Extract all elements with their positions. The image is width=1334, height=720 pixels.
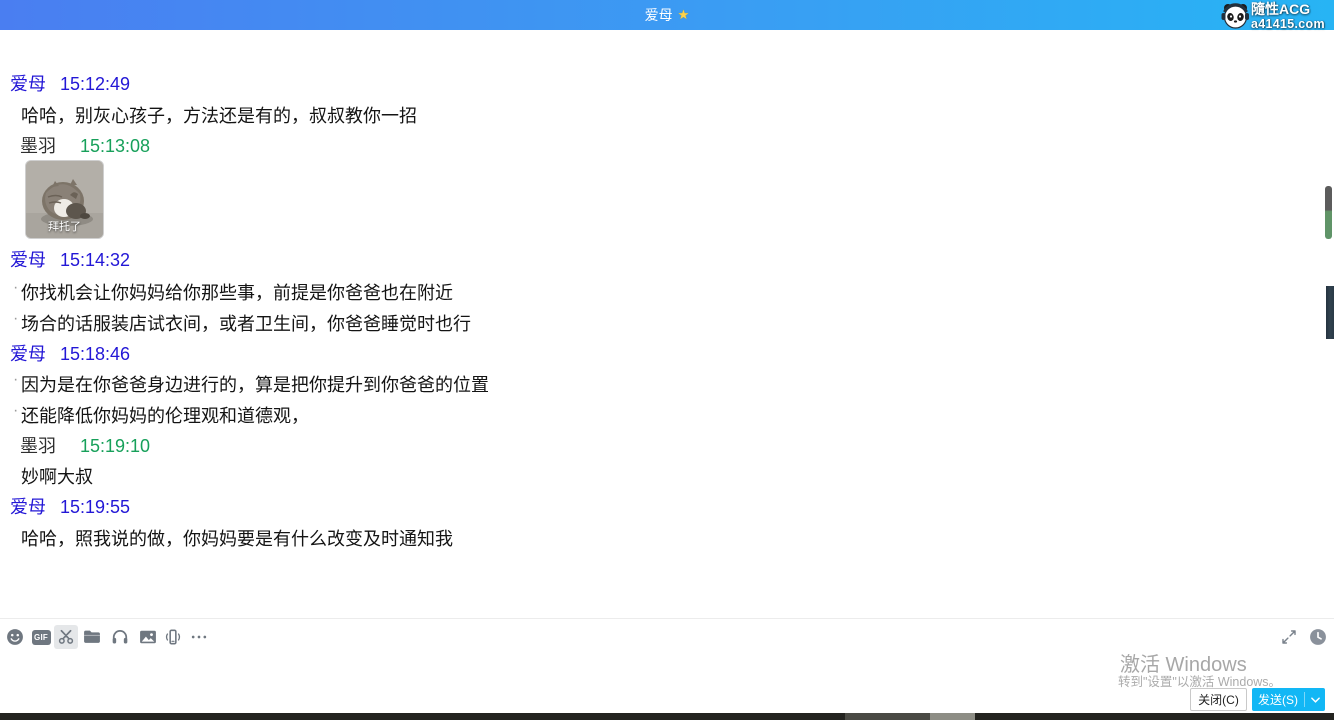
scrollbar-fragment-dark[interactable]	[1326, 286, 1334, 339]
more-icon	[189, 627, 209, 647]
message-header: 墨羽 15:19:10	[20, 432, 150, 458]
message-time: 15:14:32	[60, 250, 130, 270]
strip-segment	[930, 713, 975, 720]
merge-bullet: ·	[13, 371, 18, 389]
message-text: ·场合的话服装店试衣间，或者卫生间，你爸爸睡觉时也行	[21, 310, 471, 336]
merge-bullet: ·	[13, 402, 18, 420]
message-time: 15:18:46	[60, 344, 130, 364]
message-text: 妙啊大叔	[21, 463, 93, 489]
more-tools-button[interactable]	[187, 625, 211, 649]
emoji-button[interactable]	[3, 625, 27, 649]
strip-segment	[845, 713, 930, 720]
message-header: 爱母 15:18:46	[10, 340, 130, 366]
author-name[interactable]: 爱母	[10, 74, 46, 94]
message-header: 墨羽 15:13:08	[20, 132, 150, 158]
brand-name: 隨性ACG	[1251, 2, 1310, 16]
message-text: ·因为是在你爸爸身边进行的，算是把你提升到你爸爸的位置	[21, 371, 489, 397]
message-time: 15:13:08	[80, 136, 150, 156]
bottom-edge-strip	[0, 713, 1334, 720]
send-options-chevron-icon[interactable]	[1305, 697, 1325, 703]
audio-button[interactable]	[108, 625, 132, 649]
gif-button[interactable]: GIF	[29, 625, 53, 649]
message-list[interactable]: 爱母 15:12:49 哈哈，别灰心孩子，方法还是有的，叔叔教你一招 墨羽 15:1…	[0, 30, 1334, 618]
expand-icon	[1280, 628, 1298, 646]
message-header: 爱母 15:14:32	[10, 246, 130, 272]
chat-window: 爱母 ★ 隨性ACG a41415.com	[0, 0, 1334, 720]
close-button[interactable]: 关闭(C)	[1190, 688, 1247, 711]
message-text: 哈哈，照我说的做，你妈妈要是有什么改变及时通知我	[21, 525, 453, 551]
author-name[interactable]: 爱母	[10, 497, 46, 517]
screenshot-button[interactable]	[54, 625, 78, 649]
favorite-star-icon: ★	[678, 7, 690, 23]
send-button[interactable]: 发送(S)	[1252, 688, 1325, 711]
history-clock-icon	[1308, 627, 1328, 647]
message-time: 15:19:10	[80, 436, 150, 456]
message-header: 爱母 15:19:55	[10, 493, 130, 519]
emoji-icon	[5, 627, 25, 647]
window-title-wrap: 爱母 ★	[645, 0, 690, 30]
picture-icon	[138, 627, 158, 647]
author-name[interactable]: 墨羽	[20, 436, 56, 456]
message-input[interactable]	[6, 653, 1106, 708]
message-text: 哈哈，别灰心孩子，方法还是有的，叔叔教你一招	[21, 102, 417, 128]
send-file-button[interactable]	[80, 625, 104, 649]
gif-icon: GIF	[32, 630, 51, 645]
headphones-icon	[110, 627, 130, 647]
cat-sticker-image[interactable]: 拜托了	[25, 160, 104, 239]
window-title: 爱母	[645, 5, 673, 25]
author-name[interactable]: 墨羽	[20, 136, 56, 156]
message-text: ·还能降低你妈妈的伦理观和道德观，	[21, 402, 309, 428]
scissors-icon	[56, 627, 76, 647]
message-time: 15:12:49	[60, 74, 130, 94]
sticker-caption: 拜托了	[26, 218, 103, 234]
message-history-button[interactable]	[1306, 625, 1330, 649]
shake-phone-icon	[163, 627, 183, 647]
title-bar: 爱母 ★	[0, 0, 1334, 30]
message-time: 15:19:55	[60, 497, 130, 517]
scrollbar-fragment-green[interactable]	[1325, 186, 1332, 239]
expand-input-button[interactable]	[1277, 625, 1301, 649]
merge-bullet: ·	[13, 310, 18, 328]
send-button-label: 发送(S)	[1252, 691, 1304, 708]
merge-bullet: ·	[13, 279, 18, 297]
folder-icon	[82, 627, 102, 647]
input-toolbar: GIF	[0, 623, 1334, 651]
message-header: 爱母 15:12:49	[10, 70, 130, 96]
brand-site: a41415.com	[1251, 18, 1325, 31]
brand-watermark: 隨性ACG a41415.com	[1220, 2, 1332, 32]
window-shake-button[interactable]	[161, 625, 185, 649]
message-text: ·你找机会让你妈妈给你那些事，前提是你爸爸也在附近	[21, 279, 453, 305]
author-name[interactable]: 爱母	[10, 250, 46, 270]
author-name[interactable]: 爱母	[10, 344, 46, 364]
send-image-button[interactable]	[136, 625, 160, 649]
panda-logo-icon	[1220, 2, 1250, 32]
